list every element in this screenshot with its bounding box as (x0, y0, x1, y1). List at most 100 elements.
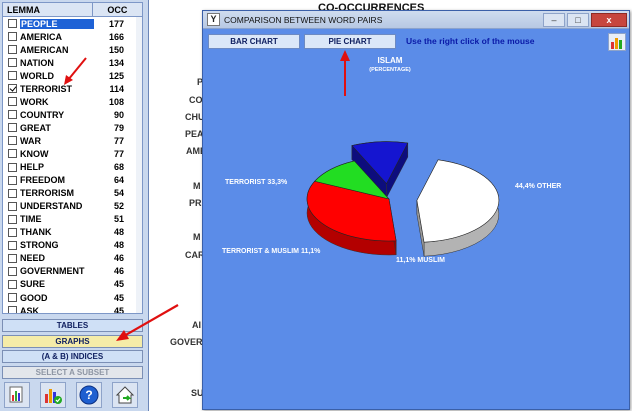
pie-slice-label: 44,4% OTHER (515, 183, 561, 190)
lemma-checkbox[interactable] (8, 266, 17, 276)
lemma-checkbox[interactable] (8, 201, 17, 211)
lemma-checkbox[interactable] (8, 97, 17, 107)
lemma-checkbox[interactable] (8, 19, 17, 29)
lemma-checkbox[interactable] (8, 306, 17, 313)
chart-export-button[interactable] (4, 382, 30, 408)
lemma-word: TIME (20, 214, 42, 225)
lemma-row[interactable]: AMERICA 166 (3, 30, 142, 43)
lemma-checkbox[interactable] (8, 45, 17, 55)
lemma-word: WORK (20, 96, 49, 107)
lemma-word: UNDERSTAND (20, 201, 83, 212)
lemma-occ: 46 (113, 266, 124, 277)
lemma-occ: 52 (113, 201, 124, 212)
lemma-row[interactable]: PEOPLE 177 (3, 17, 142, 30)
lemma-column-header[interactable]: LEMMA (3, 3, 93, 16)
pie-slice-label: TERRORIST & MUSLIM 11,1% (222, 248, 321, 255)
lemma-occ: 64 (113, 175, 124, 186)
lemma-occ: 77 (113, 135, 124, 146)
lemma-word: COUNTRY (20, 109, 65, 120)
lemma-checkbox[interactable] (8, 162, 17, 172)
select-subset-button[interactable]: SELECT A SUBSET (2, 366, 143, 379)
lemma-word: THANK (20, 227, 52, 238)
lemma-checkbox[interactable] (8, 227, 17, 237)
comparison-dialog: Y COMPARISON BETWEEN WORD PAIRS – □ x BA… (202, 10, 630, 410)
lemma-row[interactable]: THANK 48 (3, 226, 142, 239)
lemma-occ: 45 (113, 279, 124, 290)
lemma-occ: 68 (113, 162, 124, 173)
lemma-checkbox[interactable] (8, 214, 17, 224)
lemma-row[interactable]: COUNTRY 90 (3, 108, 142, 121)
lemma-checkbox[interactable] (8, 279, 17, 289)
lemma-occ: 108 (108, 96, 124, 107)
lemma-occ: 114 (109, 83, 124, 94)
lemma-checkbox[interactable] (8, 188, 17, 198)
lemma-checkbox[interactable] (8, 149, 17, 159)
annotation-arrow (340, 50, 350, 96)
background-label-fragment: PEA (185, 129, 204, 139)
indices-button[interactable]: (A & B) INDICES (2, 350, 143, 363)
lemma-word: PEOPLE (20, 18, 94, 29)
lemma-checkbox[interactable] (8, 110, 17, 120)
lemma-word: KNOW (20, 148, 49, 159)
lemma-occ: 90 (113, 109, 124, 120)
lemma-checkbox[interactable] (8, 84, 17, 94)
lemma-occ: 79 (113, 122, 124, 133)
lemma-row[interactable]: SURE 45 (3, 278, 142, 291)
occ-column-header[interactable]: OCC (93, 3, 142, 16)
lemma-word: AMERICA (20, 31, 62, 42)
lemma-checkbox[interactable] (8, 58, 17, 68)
lemma-occ: 51 (113, 214, 124, 225)
lemma-word: TERRORISM (20, 188, 74, 199)
lemma-table: LEMMA OCC PEOPLE 177 AMERICA 166 AMERICAN 150… (2, 2, 143, 314)
lemma-word: SURE (20, 279, 46, 290)
lemma-checkbox[interactable] (8, 240, 17, 250)
lemma-checkbox[interactable] (8, 123, 17, 133)
lemma-scrollbar[interactable] (136, 17, 142, 313)
background-label-fragment: PR (189, 198, 202, 208)
lemma-row[interactable]: WAR 77 (3, 134, 142, 147)
svg-text:?: ? (85, 388, 92, 402)
lemma-checkbox[interactable] (8, 175, 17, 185)
home-exit-button[interactable] (112, 382, 138, 408)
lemma-row[interactable]: WORK 108 (3, 95, 142, 108)
lemma-checkbox[interactable] (8, 32, 17, 42)
lemma-checkbox[interactable] (8, 71, 17, 81)
lemma-row[interactable]: TIME 51 (3, 213, 142, 226)
lemma-row[interactable]: TERRORISM 54 (3, 187, 142, 200)
lemma-word: HELP (20, 162, 45, 173)
chart-settings-icon (45, 389, 62, 404)
chart-settings-button[interactable] (40, 382, 66, 408)
lemma-checkbox[interactable] (8, 253, 17, 263)
lemma-word: GREAT (20, 122, 51, 133)
lemma-occ: 166 (108, 31, 124, 42)
lemma-row[interactable]: FREEDOM 64 (3, 174, 142, 187)
lemma-word: NEED (20, 253, 46, 264)
chart-export-icon (9, 386, 23, 403)
lemma-row[interactable]: STRONG 48 (3, 239, 142, 252)
lemma-word: GOOD (20, 292, 48, 303)
home-exit-icon (115, 386, 135, 404)
pie-slice-label: TERRORIST 33,3% (225, 179, 288, 186)
lemma-row[interactable]: KNOW 77 (3, 147, 142, 160)
chart-title: ISLAM (378, 56, 403, 65)
lemma-row[interactable]: NEED 46 (3, 252, 142, 265)
help-button[interactable]: ? (76, 382, 102, 408)
lemma-row[interactable]: HELP 68 (3, 161, 142, 174)
lemma-row[interactable]: UNDERSTAND 52 (3, 200, 142, 213)
lemma-row[interactable]: GOVERNMENT 46 (3, 265, 142, 278)
pie-slice-label: 11,1% MUSLIM (396, 257, 445, 264)
lemma-occ: 46 (113, 253, 124, 264)
lemma-checkbox[interactable] (8, 293, 17, 302)
background-label-fragment: M (193, 181, 201, 191)
lemma-occ: 150 (108, 44, 124, 55)
annotation-arrow (64, 57, 87, 85)
lemma-occ: 177 (108, 18, 124, 29)
background-label-fragment: M (193, 232, 201, 242)
lemma-occ: 134 (108, 57, 124, 68)
lemma-word: AMERICAN (20, 44, 69, 55)
lemma-row[interactable]: GREAT 79 (3, 121, 142, 134)
lemma-occ: 77 (113, 148, 124, 159)
pie-chart[interactable]: ISLAM (PERCENTAGE) 44,4% OTHER TERRORIST … (203, 11, 629, 391)
lemma-word: WAR (20, 135, 41, 146)
lemma-checkbox[interactable] (8, 136, 17, 146)
